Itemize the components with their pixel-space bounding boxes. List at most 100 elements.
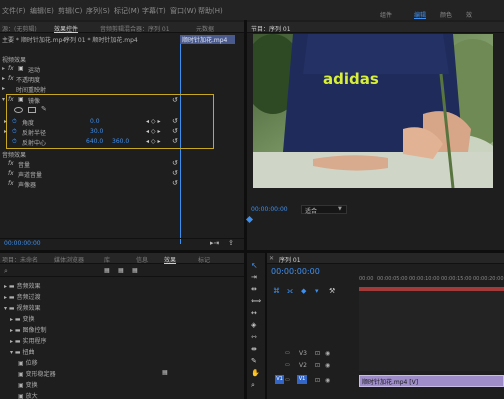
expand-arrow-icon[interactable]: ▸: [2, 75, 5, 85]
eye-icon[interactable]: ◉: [325, 377, 330, 384]
lock-icon[interactable]: ▭: [285, 362, 290, 368]
nest-icon[interactable]: ◆: [301, 287, 306, 295]
hand-tool-icon[interactable]: ✋: [251, 369, 260, 377]
eye-icon[interactable]: ◉: [325, 362, 330, 369]
tree-item-transform[interactable]: ▸ ▬ 变换: [10, 314, 35, 324]
tree-item-offset[interactable]: ▣ 位移: [18, 358, 38, 368]
param-value-x[interactable]: 640.0: [86, 138, 103, 145]
reset-icon[interactable]: ↺: [172, 179, 178, 187]
tab-libraries[interactable]: 库: [104, 255, 110, 264]
tab-metadata[interactable]: 元数据: [196, 24, 214, 33]
tree-item-image-control[interactable]: ▸ ▬ 图像控制: [10, 325, 47, 335]
search-icon[interactable]: ⌕: [4, 267, 8, 276]
stopwatch-icon[interactable]: ⏱: [12, 128, 17, 138]
program-scrubber[interactable]: [245, 215, 504, 224]
fx-icon[interactable]: fx: [8, 75, 14, 85]
stopwatch-icon[interactable]: ⏱: [12, 138, 17, 148]
param-value[interactable]: 30.0: [90, 128, 103, 135]
selection-tool-icon[interactable]: ↖: [251, 261, 258, 270]
param-value[interactable]: 0.0: [90, 118, 100, 125]
keyframe-nav-icon[interactable]: ◂ ◇ ▸: [146, 118, 160, 125]
tab-project[interactable]: 项目：未命名: [2, 255, 38, 264]
tab-effect-controls[interactable]: 效果控件: [54, 24, 78, 33]
effect-row-mirror[interactable]: ▾ fx ▣ 镜像: [0, 96, 180, 106]
track-select-tool-icon[interactable]: ⇥: [251, 273, 257, 281]
param-row-reflection-center[interactable]: ⏱ 反射中心 640.0 360.0 ◂ ◇ ▸ ↺: [0, 137, 214, 148]
tab-media-browser[interactable]: 媒体浏览器: [54, 255, 84, 264]
wrench-icon[interactable]: ⚒: [329, 287, 335, 295]
expand-arrow-icon[interactable]: ▸: [4, 118, 7, 128]
video-frame[interactable]: adidas: [253, 34, 493, 188]
filter-icon[interactable]: ▸⇥: [210, 239, 219, 247]
program-monitor-title[interactable]: 节目：序列 01: [251, 24, 291, 33]
expand-arrow-icon[interactable]: ▸: [2, 85, 5, 95]
ripple-edit-tool-icon[interactable]: ⇹: [251, 285, 257, 293]
source-patch-v1[interactable]: V1: [275, 375, 284, 384]
playhead-marker-icon[interactable]: [245, 215, 254, 224]
slide-tool-icon[interactable]: ⇼: [251, 345, 257, 353]
lock-icon[interactable]: ▭: [285, 377, 290, 383]
tree-item-magnify[interactable]: ▣ 放大: [18, 391, 38, 399]
rectangle-mask-icon[interactable]: [28, 107, 36, 113]
sync-lock-icon[interactable]: ⊡: [315, 362, 320, 369]
keyframe-nav-icon[interactable]: ◂ ◇ ▸: [146, 138, 160, 145]
expand-arrow-icon[interactable]: ▸: [4, 128, 7, 138]
tree-item-distort[interactable]: ▾ ▬ 扭曲: [10, 347, 35, 357]
track-v2[interactable]: ▭ V2 ⊡ ◉: [267, 361, 504, 371]
snap-icon[interactable]: ⌘: [273, 287, 280, 295]
effect-controls-timecode[interactable]: 00:00:00:00: [4, 240, 41, 247]
track-v3[interactable]: ▭ V3 ⊡ ◉: [267, 349, 504, 359]
program-timecode[interactable]: 00:00:00:00: [251, 206, 288, 213]
reset-icon[interactable]: ↺: [172, 169, 178, 177]
timeline-clip[interactable]: 顺时针加花.mp4 [V]: [359, 375, 504, 387]
param-row-reflection-radius[interactable]: ▸ ⏱ 反射半径 30.0 ◂ ◇ ▸ ↺: [0, 127, 214, 138]
reset-icon[interactable]: ↺: [172, 96, 178, 104]
tab-info[interactable]: 信息: [136, 255, 148, 264]
export-icon[interactable]: ⇪: [228, 239, 234, 247]
audio-effect-row[interactable]: fx 声道音量 ↺: [0, 169, 180, 180]
rolling-edit-tool-icon[interactable]: ⟺: [251, 297, 261, 305]
workspace-editing[interactable]: 编辑: [414, 10, 426, 19]
linked-selection-icon[interactable]: ⟗: [287, 287, 293, 296]
track-v1[interactable]: V1 ▭ V1 ⊡ ◉ 顺时针加花.mp4 [V]: [267, 375, 504, 387]
fx-icon[interactable]: fx: [8, 160, 14, 170]
pen-tool-icon[interactable]: ✎: [251, 357, 257, 365]
rate-stretch-tool-icon[interactable]: ↔: [251, 309, 257, 317]
tree-item-audio-effects[interactable]: ▸ ▬ 音频效果: [4, 281, 41, 291]
fx-icon[interactable]: fx: [8, 180, 14, 190]
tab-audio-mixer[interactable]: 音频剪辑混合器：序列 01: [100, 24, 170, 33]
fx-icon[interactable]: fx: [8, 170, 14, 180]
tab-markers[interactable]: 标记: [198, 255, 210, 264]
fx-icon[interactable]: fx: [8, 96, 14, 106]
mini-timeline-clip[interactable]: 顺时针加花.mp4: [180, 35, 235, 44]
expand-arrow-icon[interactable]: ▸: [2, 65, 5, 75]
lock-icon[interactable]: ▭: [285, 350, 290, 356]
tree-item-utility[interactable]: ▸ ▬ 实用程序: [10, 336, 47, 346]
zoom-fit-dropdown[interactable]: 适合 ▼: [301, 205, 347, 215]
accelerated-effects-icon[interactable]: ▦: [104, 267, 110, 274]
menu-marker[interactable]: 标记(M): [114, 6, 140, 16]
fx-icon[interactable]: fx: [8, 65, 14, 75]
menu-window[interactable]: 窗口(W): [170, 6, 196, 16]
32bit-effects-icon[interactable]: ▦: [118, 267, 124, 274]
audio-effect-row[interactable]: fx 音量 ↺: [0, 159, 180, 170]
sync-lock-icon[interactable]: ⊡: [315, 377, 320, 384]
eye-icon[interactable]: ◉: [325, 350, 330, 357]
param-value-y[interactable]: 360.0: [112, 138, 129, 145]
reset-icon[interactable]: ↺: [172, 159, 178, 167]
tree-item-video-effects[interactable]: ▾ ▬ 视频效果: [4, 303, 41, 313]
menu-file[interactable]: 文件(F): [2, 6, 26, 16]
zoom-tool-icon[interactable]: ⌕: [251, 381, 255, 390]
param-row-angle[interactable]: ▸ ⏱ 角度 0.0 ◂ ◇ ▸ ↺: [0, 117, 214, 128]
menu-edit[interactable]: 编辑(E): [30, 6, 54, 16]
menu-help[interactable]: 帮助(H): [198, 6, 223, 16]
collapse-arrow-icon[interactable]: ▾: [2, 96, 5, 106]
effect-row-opacity[interactable]: ▸ fx 不透明度: [0, 75, 180, 85]
tree-item-transform-effect[interactable]: ▣ 变换: [18, 380, 38, 390]
sync-lock-icon[interactable]: ⊡: [315, 350, 320, 357]
stopwatch-icon[interactable]: ⏱: [12, 118, 17, 128]
timeline-timecode[interactable]: 00:00:00:00: [271, 267, 320, 276]
menu-sequence[interactable]: 序列(S): [86, 6, 110, 16]
workspace-assembly[interactable]: 组件: [380, 10, 392, 19]
effect-row-motion[interactable]: ▸ fx ▣ 运动: [0, 65, 180, 75]
